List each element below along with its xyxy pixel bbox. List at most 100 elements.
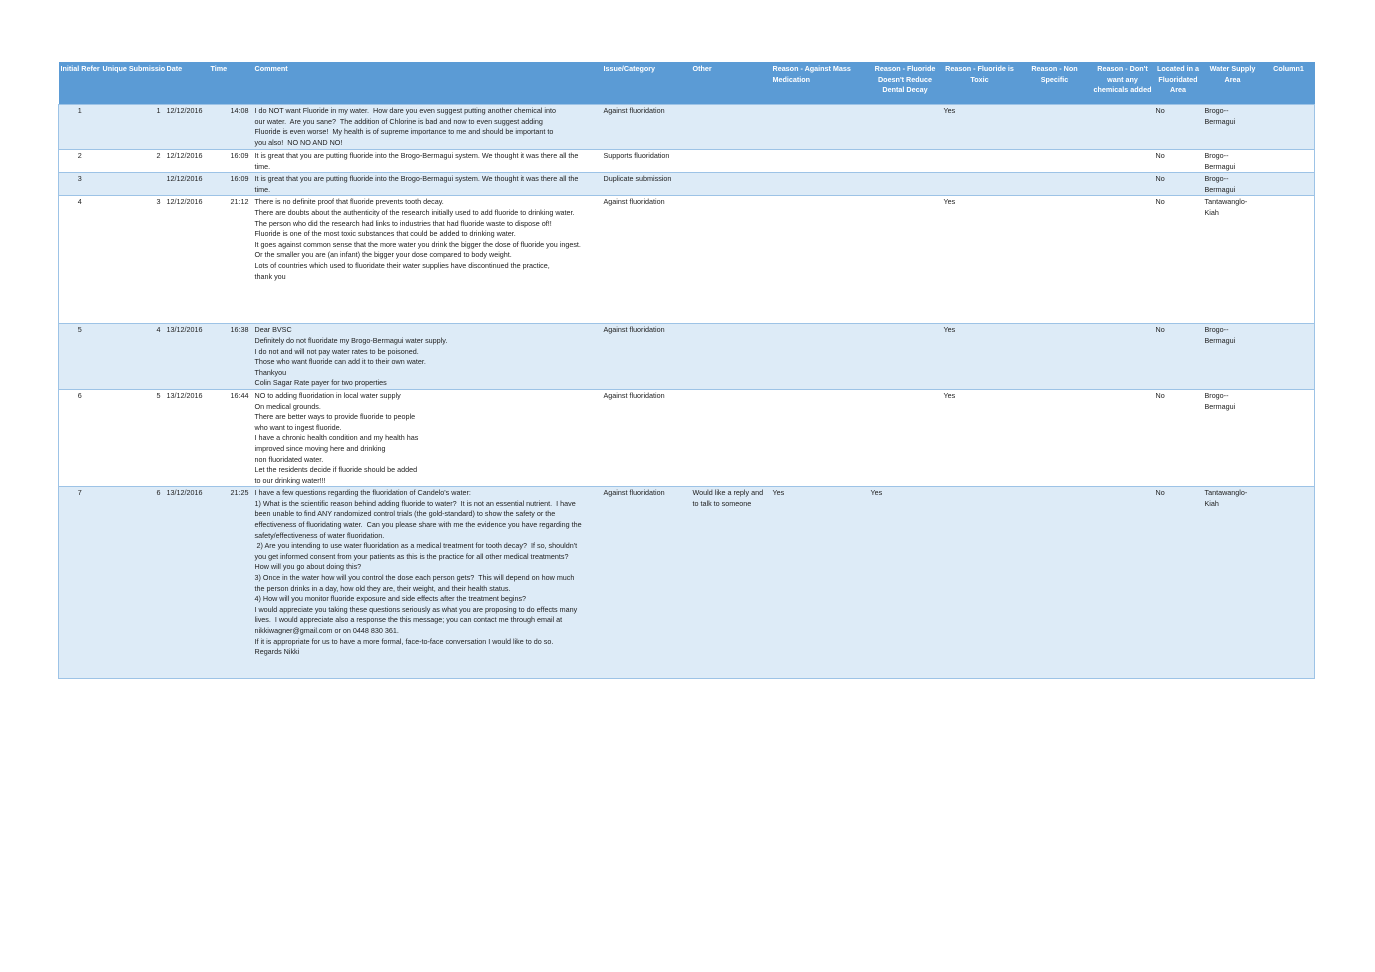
cell-date[interactable]: 12/12/2016 — [164, 104, 209, 150]
cell-reason-mass-medication[interactable] — [770, 323, 869, 390]
cell-column1[interactable] — [1262, 388, 1315, 487]
cell-unique-submission[interactable] — [100, 172, 165, 196]
cell-reason-non-specific[interactable] — [1017, 148, 1092, 173]
cell-column1[interactable] — [1262, 486, 1315, 680]
cell-reason-toxic[interactable] — [941, 148, 1018, 173]
cell-reason-no-decay[interactable] — [868, 148, 942, 173]
cell-other[interactable] — [690, 172, 771, 196]
cell-date[interactable]: 12/12/2016 — [164, 172, 209, 196]
header-water-supply[interactable]: Water Supply Area — [1202, 62, 1263, 105]
cell-comment[interactable]: It is great that you are putting fluorid… — [252, 148, 602, 173]
header-date[interactable]: Date — [164, 62, 209, 105]
cell-reason-no-chemicals[interactable] — [1091, 486, 1154, 680]
cell-reason-non-specific[interactable] — [1017, 486, 1092, 680]
cell-reason-no-decay[interactable] — [868, 104, 942, 150]
cell-date[interactable]: 13/12/2016 — [164, 486, 209, 680]
cell-column1[interactable] — [1262, 104, 1315, 150]
cell-time[interactable]: 21:25 — [208, 486, 253, 680]
cell-reason-no-decay[interactable] — [868, 323, 942, 390]
cell-fluoridated-area[interactable]: No — [1153, 148, 1203, 173]
cell-reason-no-chemicals[interactable] — [1091, 388, 1154, 487]
cell-issue-category[interactable]: Supports fluoridation — [601, 148, 691, 173]
cell-reason-no-chemicals[interactable] — [1091, 323, 1154, 390]
cell-unique-submission[interactable]: 2 — [100, 148, 165, 173]
cell-fluoridated-area[interactable]: No — [1153, 104, 1203, 150]
cell-initial-refer[interactable]: 7 — [58, 486, 101, 680]
cell-initial-refer[interactable]: 2 — [58, 148, 101, 173]
cell-comment[interactable]: I do NOT want Fluoride in my water. How … — [252, 104, 602, 150]
cell-water-supply[interactable]: Brogo-- Bermagui — [1202, 172, 1263, 196]
cell-issue-category[interactable]: Duplicate submission — [601, 172, 691, 196]
cell-reason-toxic[interactable]: Yes — [941, 195, 1018, 324]
header-reason-no-decay[interactable]: Reason - Fluoride Doesn't Reduce Dental … — [868, 62, 942, 105]
cell-unique-submission[interactable]: 1 — [100, 104, 165, 150]
cell-issue-category[interactable]: Against fluoridation — [601, 104, 691, 150]
cell-comment[interactable]: It is great that you are putting fluorid… — [252, 172, 602, 196]
cell-reason-no-decay[interactable] — [868, 195, 942, 324]
cell-reason-no-chemicals[interactable] — [1091, 104, 1154, 150]
cell-reason-toxic[interactable]: Yes — [941, 104, 1018, 150]
cell-reason-mass-medication[interactable] — [770, 148, 869, 173]
cell-issue-category[interactable]: Against fluoridation — [601, 388, 691, 487]
cell-fluoridated-area[interactable]: No — [1153, 388, 1203, 487]
cell-initial-refer[interactable]: 4 — [58, 195, 101, 324]
cell-other[interactable] — [690, 148, 771, 173]
header-issue-category[interactable]: Issue/Category — [601, 62, 691, 105]
cell-column1[interactable] — [1262, 195, 1315, 324]
header-reason-toxic[interactable]: Reason - Fluoride is Toxic — [941, 62, 1018, 105]
cell-water-supply[interactable]: Tantawanglo- Kiah — [1202, 486, 1263, 680]
cell-reason-non-specific[interactable] — [1017, 104, 1092, 150]
cell-reason-non-specific[interactable] — [1017, 388, 1092, 487]
header-reason-mass-medication[interactable]: Reason - Against Mass Medication — [770, 62, 869, 105]
cell-reason-toxic[interactable] — [941, 486, 1018, 680]
cell-initial-refer[interactable]: 6 — [58, 388, 101, 487]
cell-unique-submission[interactable]: 6 — [100, 486, 165, 680]
cell-reason-non-specific[interactable] — [1017, 172, 1092, 196]
cell-reason-non-specific[interactable] — [1017, 323, 1092, 390]
cell-issue-category[interactable]: Against fluoridation — [601, 323, 691, 390]
cell-date[interactable]: 12/12/2016 — [164, 195, 209, 324]
cell-fluoridated-area[interactable]: No — [1153, 172, 1203, 196]
cell-water-supply[interactable]: Brogo-- Bermagui — [1202, 148, 1263, 173]
cell-initial-refer[interactable]: 5 — [58, 323, 101, 390]
cell-unique-submission[interactable]: 5 — [100, 388, 165, 487]
header-reason-no-chemicals[interactable]: Reason - Don't want any chemicals added — [1091, 62, 1154, 105]
cell-reason-no-chemicals[interactable] — [1091, 172, 1154, 196]
header-time[interactable]: Time — [208, 62, 253, 105]
header-column1[interactable]: Column1 — [1262, 62, 1315, 105]
header-other[interactable]: Other — [690, 62, 771, 105]
cell-fluoridated-area[interactable]: No — [1153, 323, 1203, 390]
cell-reason-mass-medication[interactable] — [770, 195, 869, 324]
cell-date[interactable]: 13/12/2016 — [164, 388, 209, 487]
cell-date[interactable]: 13/12/2016 — [164, 323, 209, 390]
header-reason-non-specific[interactable]: Reason - Non Specific — [1017, 62, 1092, 105]
cell-date[interactable]: 12/12/2016 — [164, 148, 209, 173]
cell-time[interactable]: 14:08 — [208, 104, 253, 150]
cell-fluoridated-area[interactable]: No — [1153, 486, 1203, 680]
cell-water-supply[interactable]: Brogo-- Bermagui — [1202, 104, 1263, 150]
cell-reason-non-specific[interactable] — [1017, 195, 1092, 324]
cell-reason-toxic[interactable] — [941, 172, 1018, 196]
header-comment[interactable]: Comment — [252, 62, 602, 105]
cell-reason-no-chemicals[interactable] — [1091, 148, 1154, 173]
header-unique-submission[interactable]: Unique Submission — [100, 62, 165, 105]
cell-reason-mass-medication[interactable] — [770, 388, 869, 487]
cell-time[interactable]: 21:12 — [208, 195, 253, 324]
cell-comment[interactable]: Dear BVSC Definitely do not fluoridate m… — [252, 323, 602, 390]
cell-fluoridated-area[interactable]: No — [1153, 195, 1203, 324]
cell-reason-mass-medication[interactable]: Yes — [770, 486, 869, 680]
cell-time[interactable]: 16:44 — [208, 388, 253, 487]
header-fluoridated-area[interactable]: Located in a Fluoridated Area — [1153, 62, 1203, 105]
cell-water-supply[interactable]: Tantawanglo- Kiah — [1202, 195, 1263, 324]
cell-time[interactable]: 16:09 — [208, 148, 253, 173]
cell-water-supply[interactable]: Brogo-- Bermagui — [1202, 388, 1263, 487]
cell-column1[interactable] — [1262, 323, 1315, 390]
cell-column1[interactable] — [1262, 148, 1315, 173]
cell-issue-category[interactable]: Against fluoridation — [601, 195, 691, 324]
cell-reason-no-chemicals[interactable] — [1091, 195, 1154, 324]
cell-comment[interactable]: There is no definite proof that fluoride… — [252, 195, 602, 324]
cell-other[interactable] — [690, 195, 771, 324]
cell-unique-submission[interactable]: 3 — [100, 195, 165, 324]
cell-initial-refer[interactable]: 1 — [58, 104, 101, 150]
cell-other[interactable] — [690, 323, 771, 390]
